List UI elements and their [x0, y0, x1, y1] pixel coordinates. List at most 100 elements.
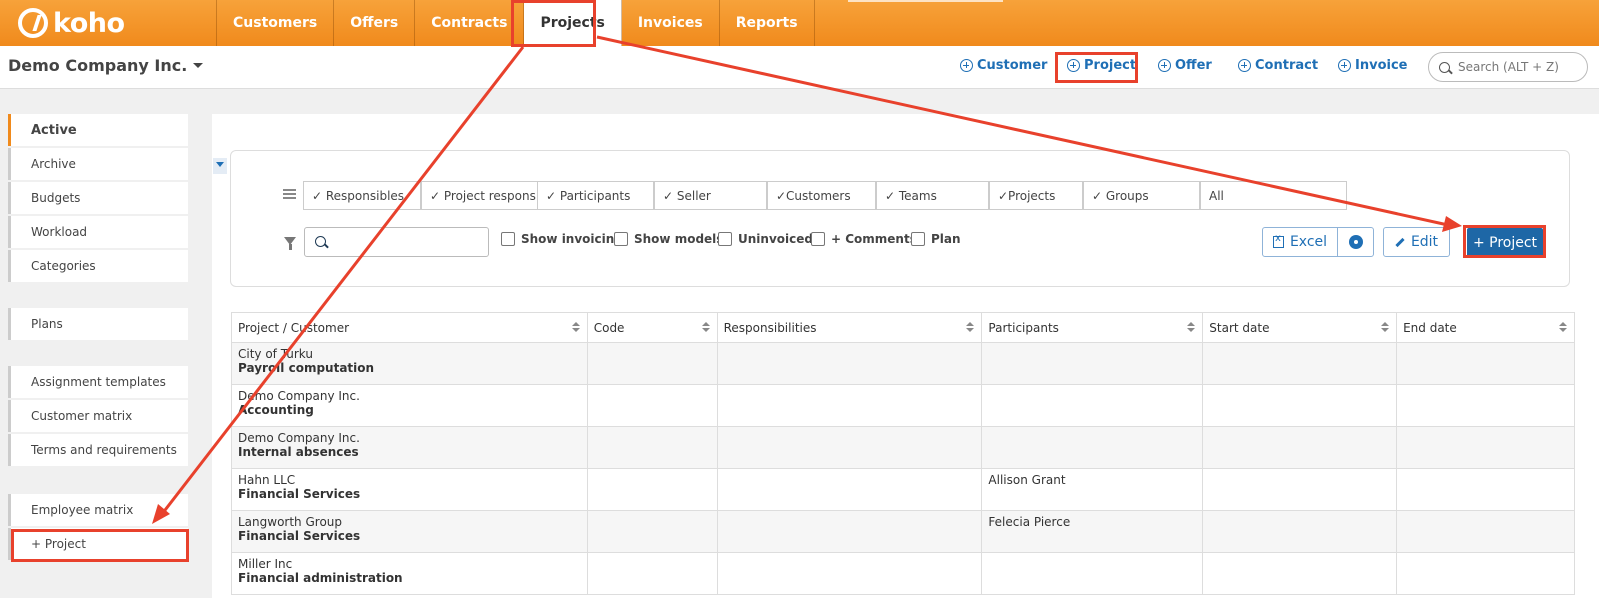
cell-project-customer[interactable]: Hahn LLC Financial Services — [231, 468, 588, 511]
filter-search-input[interactable] — [304, 227, 489, 257]
column-responsibilities[interactable]: Responsibilities — [716, 312, 983, 343]
sort-icon — [966, 322, 973, 332]
cell-end-date — [1396, 342, 1575, 385]
cell-start-date — [1202, 342, 1398, 385]
chip-projects[interactable]: ✓Projects — [989, 181, 1083, 210]
cell-project-customer[interactable]: Demo Company Inc. Accounting — [231, 384, 588, 427]
table-row[interactable]: Demo Company Inc. Accounting — [231, 384, 1575, 427]
column-end-date[interactable]: End date — [1396, 312, 1575, 343]
excel-button[interactable]: Excel — [1263, 228, 1338, 256]
nav-reports[interactable]: Reports — [720, 0, 815, 46]
plus-circle-icon — [1238, 59, 1251, 72]
chip-project-responsibilities[interactable]: ✓ Project responsibilities — [421, 181, 538, 210]
cell-project-customer[interactable]: City of Turku Payroll computation — [231, 342, 588, 385]
company-header: Demo Company Inc. Customer Project Offer… — [0, 46, 1599, 89]
checkbox-plan[interactable]: Plan — [911, 232, 961, 246]
sidebar-item-assignment-templates[interactable]: Assignment templates — [8, 366, 188, 398]
checkbox-box[interactable] — [501, 232, 515, 246]
chip-teams[interactable]: ✓ Teams — [876, 181, 989, 210]
sidebar-item-terms-and-requirements[interactable]: Terms and requirements — [8, 434, 188, 466]
nav-customers[interactable]: Customers — [217, 0, 335, 46]
quick-create-label: Offer — [1175, 58, 1212, 73]
column-participants[interactable]: Participants — [981, 312, 1204, 343]
brand-logo[interactable]: koho — [18, 7, 125, 39]
highlight-add-project-button — [1463, 225, 1546, 258]
table-row[interactable]: Hahn LLC Financial Services Allison Grant — [231, 468, 1575, 511]
cell-code — [586, 342, 718, 385]
highlight-projects-tab — [511, 0, 596, 47]
column-code[interactable]: Code — [586, 312, 718, 343]
sort-icon — [1559, 322, 1566, 332]
logo-icon — [18, 8, 48, 38]
project-name[interactable]: Internal absences — [238, 445, 581, 459]
sidebar-item-plans[interactable]: Plans — [8, 308, 188, 340]
project-name[interactable]: Financial Services — [238, 529, 581, 543]
global-search[interactable]: Search (ALT + Z) — [1428, 52, 1588, 82]
column-start-date[interactable]: Start date — [1202, 312, 1398, 343]
cell-participants — [981, 552, 1204, 595]
checkbox-label: Plan — [931, 232, 961, 246]
cell-code — [586, 510, 718, 553]
chip-responsibles[interactable]: ✓ Responsibles — [303, 181, 421, 210]
sidebar-item-active[interactable]: Active — [8, 114, 188, 146]
checkbox-uninvoiced[interactable]: Uninvoiced — [718, 232, 813, 246]
chip-seller[interactable]: ✓ Seller — [654, 181, 767, 210]
cell-participants — [981, 342, 1204, 385]
checkbox-comments[interactable]: + Comments — [811, 232, 917, 246]
sidebar-item-customer-matrix[interactable]: Customer matrix — [8, 400, 188, 432]
column-label: Code — [593, 320, 625, 335]
sidebar-item-employee-matrix[interactable]: Employee matrix — [8, 494, 188, 526]
sidebar-item-archive[interactable]: Archive — [8, 148, 188, 180]
column-label: Participants — [988, 320, 1059, 335]
sidebar-item-workload[interactable]: Workload — [8, 216, 188, 248]
project-name[interactable]: Payroll computation — [238, 361, 581, 375]
chip-groups[interactable]: ✓ Groups — [1083, 181, 1200, 210]
checkbox-box[interactable] — [911, 232, 925, 246]
filter-toggle-icon[interactable] — [213, 158, 227, 174]
quick-create-offer[interactable]: Offer — [1158, 58, 1212, 73]
gear-icon — [1348, 235, 1363, 249]
nav-contracts[interactable]: Contracts — [415, 0, 525, 46]
checkbox-box[interactable] — [811, 232, 825, 246]
table-row[interactable]: Miller Inc Financial administration — [231, 552, 1575, 595]
cell-project-customer[interactable]: Miller Inc Financial administration — [231, 552, 588, 595]
nav-offers[interactable]: Offers — [334, 0, 416, 46]
company-selector[interactable]: Demo Company Inc. — [8, 56, 204, 75]
customer-name: City of Turku — [238, 347, 313, 361]
table-row[interactable]: City of Turku Payroll computation — [231, 342, 1575, 385]
cell-participants — [981, 384, 1204, 427]
checkbox-show-invoicing[interactable]: Show invoicing — [501, 232, 623, 246]
quick-create-contract[interactable]: Contract — [1238, 58, 1318, 73]
cell-project-customer[interactable]: Langworth Group Financial Services — [231, 510, 588, 553]
column-project-customer[interactable]: Project / Customer — [231, 312, 588, 343]
edit-button[interactable]: Edit — [1383, 227, 1450, 257]
chip-participants[interactable]: ✓ Participants — [537, 181, 654, 210]
project-name[interactable]: Accounting — [238, 403, 581, 417]
quick-create-invoice[interactable]: Invoice — [1338, 58, 1407, 73]
cell-code — [586, 384, 718, 427]
chip-customers[interactable]: ✓Customers — [767, 181, 876, 210]
checkbox-box[interactable] — [718, 232, 732, 246]
project-name[interactable]: Financial administration — [238, 571, 581, 585]
sidebar-item-budgets[interactable]: Budgets — [8, 182, 188, 214]
quick-create-customer[interactable]: Customer — [960, 58, 1047, 73]
table-row[interactable]: Langworth Group Financial Services Feleci… — [231, 510, 1575, 553]
excel-label: Excel — [1289, 234, 1328, 250]
settings-button[interactable] — [1338, 228, 1373, 256]
brand-name: koho — [53, 7, 125, 39]
project-name[interactable]: Financial Services — [238, 487, 581, 501]
checkbox-box[interactable] — [614, 232, 628, 246]
checkbox-show-models[interactable]: Show models — [614, 232, 723, 246]
table-row[interactable]: Demo Company Inc. Internal absences — [231, 426, 1575, 469]
quick-create-label: Contract — [1255, 58, 1319, 73]
cell-code — [586, 552, 718, 595]
cell-code — [586, 468, 718, 511]
nav-invoices[interactable]: Invoices — [622, 0, 720, 46]
chevron-down-icon — [193, 63, 204, 68]
cell-project-customer[interactable]: Demo Company Inc. Internal absences — [231, 426, 588, 469]
sort-icon — [702, 322, 709, 332]
sidebar-item-categories[interactable]: Categories — [8, 250, 188, 282]
plus-circle-icon — [1338, 59, 1351, 72]
chip-all[interactable]: All — [1200, 181, 1347, 210]
plus-circle-icon — [1158, 59, 1171, 72]
